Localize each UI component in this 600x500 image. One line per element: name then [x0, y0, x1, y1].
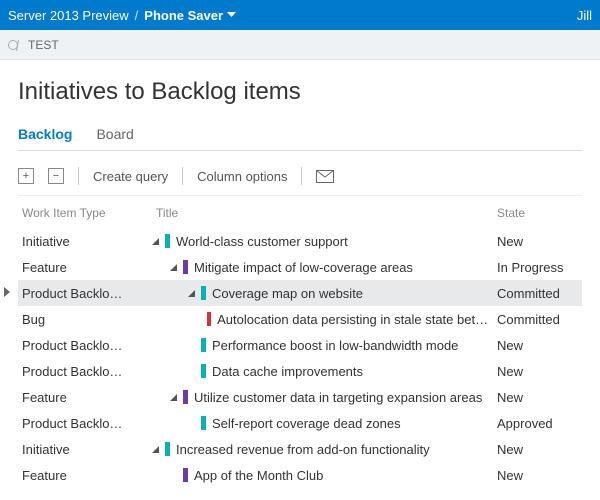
cell-state: Committed: [497, 312, 582, 327]
title-text: Utilize customer data in targeting expan…: [194, 390, 482, 405]
table-row[interactable]: Initiative World-class customer support Ne…: [18, 228, 582, 254]
create-query-link[interactable]: Create query: [93, 169, 168, 184]
breadcrumb-item[interactable]: TEST: [28, 38, 59, 52]
collapse-all-icon[interactable]: −: [48, 168, 64, 184]
expander-icon[interactable]: [168, 392, 179, 403]
cell-title: Self-report coverage dead zones: [150, 416, 497, 431]
cell-state: New: [497, 468, 582, 483]
column-options-link[interactable]: Column options: [197, 169, 287, 184]
cell-work-item-type: Product Backlo…: [18, 364, 150, 379]
tab-bar: Backlog Board: [18, 120, 582, 151]
type-color-bar: [201, 286, 206, 300]
table-row[interactable]: Bug Autolocation data persisting in stale…: [18, 306, 582, 332]
table-row[interactable]: Product Backlo… Self-report coverage dead…: [18, 410, 582, 436]
type-color-bar: [165, 234, 170, 248]
page-title: Initiatives to Backlog items: [18, 78, 582, 106]
cell-title: Utilize customer data in targeting expan…: [150, 390, 497, 405]
mail-icon[interactable]: [316, 170, 334, 183]
expander-icon: [186, 340, 197, 351]
cell-work-item-type: Bug: [18, 312, 150, 327]
row-indicator-icon: [4, 287, 10, 297]
expander-icon[interactable]: [150, 236, 161, 247]
type-color-bar: [183, 468, 188, 482]
divider: [78, 167, 79, 185]
cell-state: New: [497, 234, 582, 249]
expander-icon: [186, 418, 197, 429]
cell-title: Performance boost in low-bandwidth mode: [150, 338, 497, 353]
title-text: Data cache improvements: [212, 364, 363, 379]
cell-title: Coverage map on website: [150, 286, 497, 301]
divider: [182, 167, 183, 185]
grid-body: Initiative World-class customer support Ne…: [18, 228, 582, 488]
table-row[interactable]: Feature Mitigate impact of low-coverage a…: [18, 254, 582, 280]
type-color-bar: [201, 338, 206, 352]
type-color-bar: [183, 260, 188, 274]
title-text: Coverage map on website: [212, 286, 363, 301]
table-row[interactable]: Product Backlo… Performance boost in low-…: [18, 332, 582, 358]
cell-state: In Progress: [497, 260, 582, 275]
cell-state: New: [497, 338, 582, 353]
cell-state: Approved: [497, 416, 582, 431]
toolbar: + − Create query Column options: [18, 161, 582, 195]
title-text: Increased revenue from add-on functional…: [176, 442, 430, 457]
col-header-state[interactable]: State: [497, 206, 582, 220]
user-name[interactable]: Jill: [577, 8, 592, 23]
grid-header: Work Item Type Title State: [18, 195, 582, 228]
cell-work-item-type: Feature: [18, 260, 150, 275]
title-text: Mitigate impact of low-coverage areas: [194, 260, 413, 275]
cell-work-item-type: Initiative: [18, 442, 150, 457]
type-color-bar: [201, 416, 206, 430]
type-color-bar: [201, 364, 206, 378]
type-color-bar: [207, 312, 211, 326]
table-row[interactable]: Feature Utilize customer data in targetin…: [18, 384, 582, 410]
type-color-bar: [165, 442, 170, 456]
nav-icon: [8, 40, 18, 50]
title-text: Self-report coverage dead zones: [212, 416, 401, 431]
type-color-bar: [183, 390, 188, 404]
expander-icon: [168, 470, 179, 481]
topbar: Server 2013 Preview / Phone Saver Jill: [0, 0, 600, 30]
cell-work-item-type: Feature: [18, 468, 150, 483]
project-dropdown[interactable]: Phone Saver: [144, 8, 236, 23]
expander-icon[interactable]: [186, 288, 197, 299]
cell-work-item-type: Feature: [18, 390, 150, 405]
breadcrumb-separator: /: [135, 8, 139, 23]
cell-work-item-type: Initiative: [18, 234, 150, 249]
cell-title: App of the Month Club: [150, 468, 497, 483]
cell-work-item-type: Product Backlo…: [18, 338, 150, 353]
cell-work-item-type: Product Backlo…: [18, 416, 150, 431]
product-name: Server 2013 Preview: [8, 8, 129, 23]
title-text: World-class customer support: [176, 234, 348, 249]
expander-icon[interactable]: [168, 262, 179, 273]
table-row[interactable]: Initiative Increased revenue from add-on …: [18, 436, 582, 462]
sub-nav: TEST: [0, 30, 600, 60]
tab-backlog[interactable]: Backlog: [18, 120, 72, 150]
expander-icon[interactable]: [150, 444, 161, 455]
expander-icon: [186, 366, 197, 377]
cell-state: New: [497, 364, 582, 379]
cell-work-item-type: Product Backlo…: [18, 286, 150, 301]
table-row[interactable]: Product Backlo… Coverage map on website Co…: [18, 280, 582, 306]
title-text: Autolocation data persisting in stale st…: [217, 312, 497, 327]
cell-title: Autolocation data persisting in stale st…: [150, 312, 497, 327]
cell-title: Data cache improvements: [150, 364, 497, 379]
title-text: Performance boost in low-bandwidth mode: [212, 338, 458, 353]
expander-icon: [194, 314, 203, 325]
divider: [301, 167, 302, 185]
cell-title: Mitigate impact of low-coverage areas: [150, 260, 497, 275]
tab-board[interactable]: Board: [96, 120, 133, 150]
cell-state: New: [497, 442, 582, 457]
expand-all-icon[interactable]: +: [18, 168, 34, 184]
cell-title: World-class customer support: [150, 234, 497, 249]
project-name: Phone Saver: [144, 8, 223, 23]
chevron-down-icon: [227, 12, 236, 18]
col-header-type[interactable]: Work Item Type: [18, 206, 150, 220]
table-row[interactable]: Feature App of the Month Club New: [18, 462, 582, 488]
table-row[interactable]: Product Backlo… Data cache improvements Ne…: [18, 358, 582, 384]
cell-state: Committed: [497, 286, 582, 301]
title-text: App of the Month Club: [194, 468, 323, 483]
cell-state: New: [497, 390, 582, 405]
cell-title: Increased revenue from add-on functional…: [150, 442, 497, 457]
col-header-title[interactable]: Title: [150, 206, 497, 220]
